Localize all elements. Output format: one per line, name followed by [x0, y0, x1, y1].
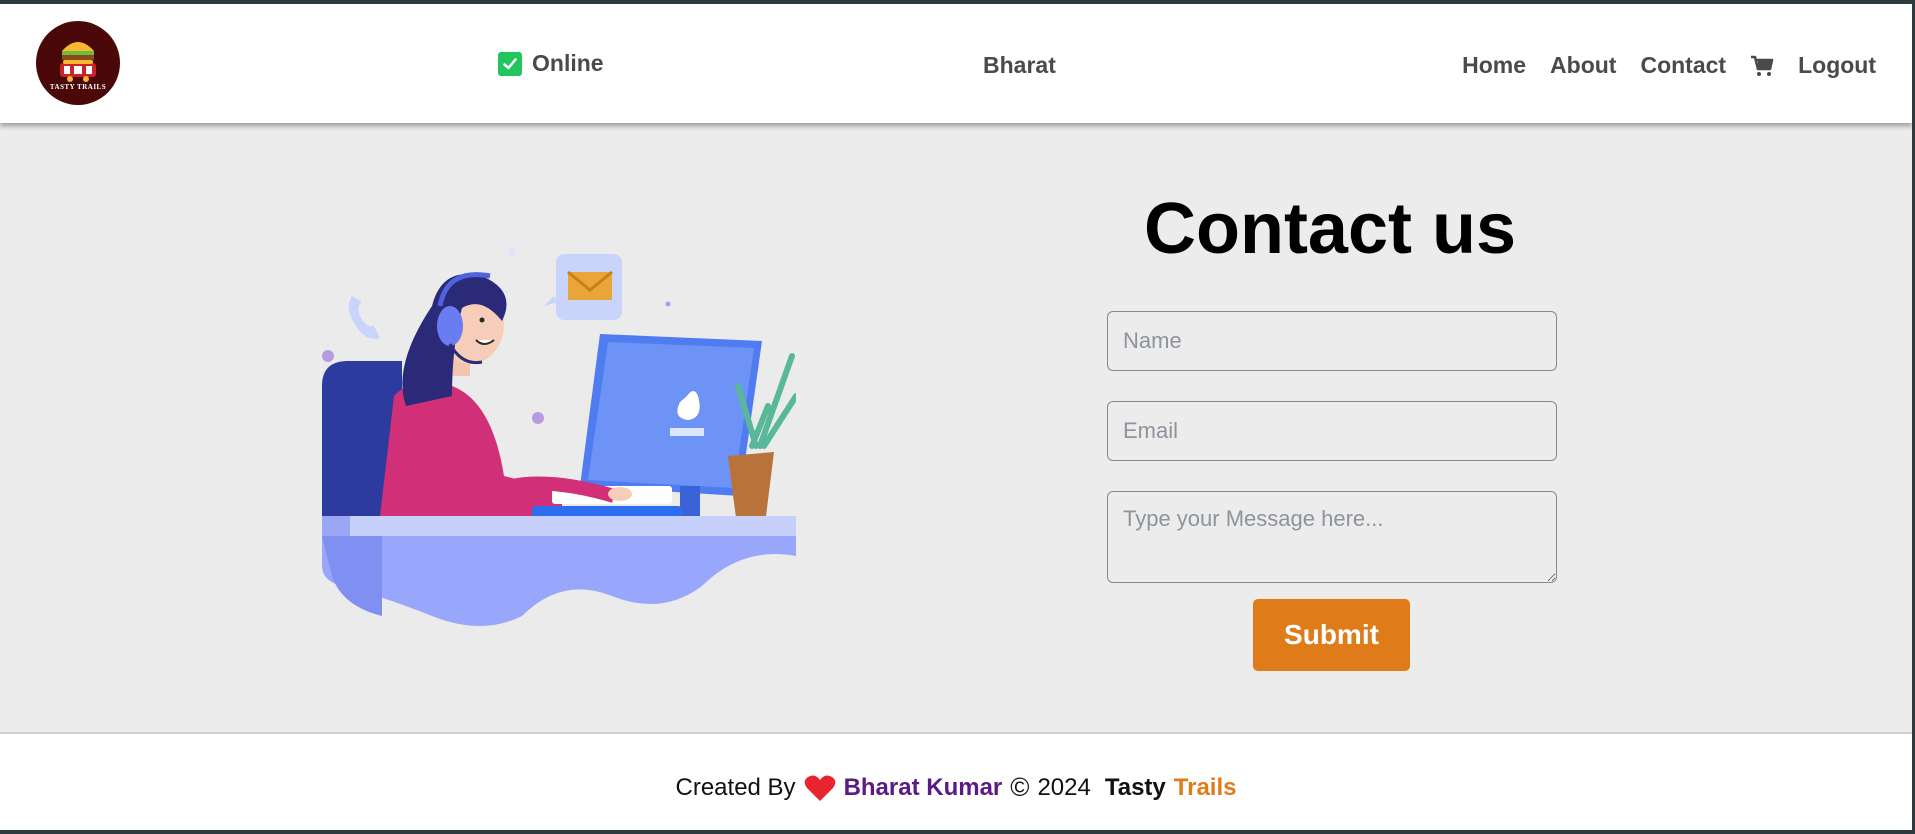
page: TASTY TRAILS Online Bharat Home About Co…: [0, 4, 1912, 830]
footer: Created By Bharat Kumar © 2024 Tasty Tra…: [0, 732, 1912, 830]
header: TASTY TRAILS Online Bharat Home About Co…: [0, 4, 1912, 123]
online-status-label: Online: [532, 50, 604, 76]
brand-logo[interactable]: TASTY TRAILS: [36, 21, 120, 105]
nav-menu: Home About Contact Logout: [1462, 52, 1876, 79]
nav-home-link[interactable]: Home: [1462, 52, 1526, 79]
nav-contact-link[interactable]: Contact: [1640, 52, 1726, 79]
footer-credit: Created By Bharat Kumar © 2024 Tasty Tra…: [0, 772, 1912, 803]
burger-icon: [60, 42, 96, 82]
created-by-text: Created By: [675, 773, 796, 801]
page-title: Contact us: [1143, 189, 1517, 269]
nav-about-link[interactable]: About: [1550, 52, 1616, 79]
author-name: Bharat Kumar: [843, 773, 1003, 801]
support-agent-illustration: [322, 196, 796, 666]
nav-logout-link[interactable]: Logout: [1798, 52, 1876, 79]
heart-icon: [804, 774, 836, 802]
copyright-year: 2024: [1037, 773, 1091, 801]
checkbox-checked-icon[interactable]: [498, 51, 522, 76]
footer-brand-trails: Trails: [1173, 773, 1237, 801]
user-name: Bharat: [983, 52, 1056, 78]
footer-brand-tasty: Tasty: [1104, 773, 1166, 801]
name-input[interactable]: [1107, 311, 1557, 371]
email-input[interactable]: [1107, 401, 1557, 461]
copyright-symbol: ©: [1010, 772, 1030, 802]
message-textarea[interactable]: [1107, 491, 1557, 583]
logo-text: TASTY TRAILS: [49, 83, 107, 91]
submit-button[interactable]: Submit: [1253, 599, 1410, 671]
cart-icon[interactable]: [1750, 55, 1774, 77]
online-status[interactable]: Online: [498, 50, 604, 77]
